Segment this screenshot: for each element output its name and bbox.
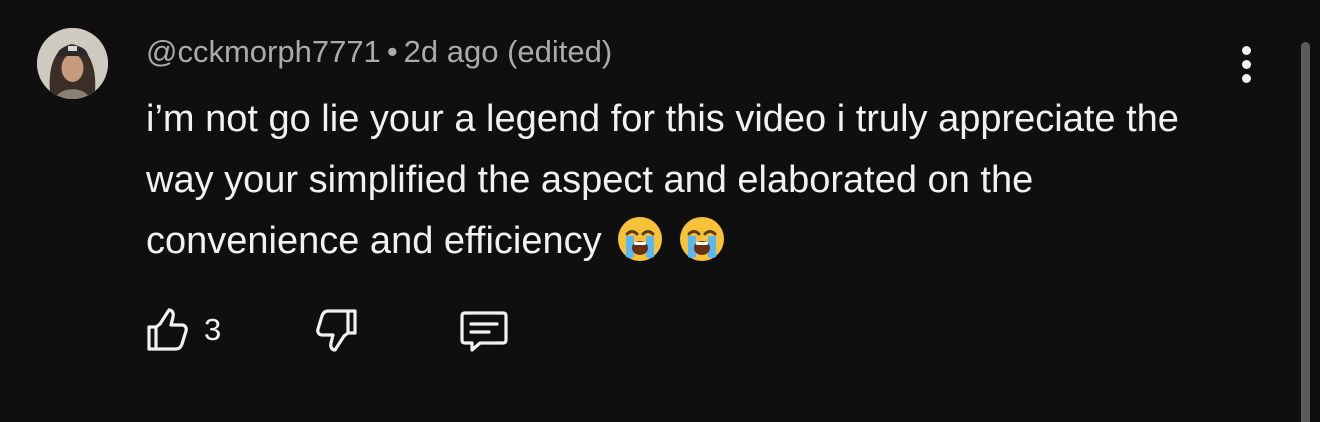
loudly-crying-face-emoji xyxy=(616,215,664,263)
reply-comment-icon xyxy=(460,311,508,352)
like-button[interactable]: 3 xyxy=(140,304,240,356)
scrollbar[interactable] xyxy=(1301,42,1310,422)
more-vertical-icon xyxy=(1242,46,1251,55)
comment-body: i’m not go lie your a legend for this vi… xyxy=(146,89,1206,272)
comment-meta: @cckmorph7771 • 2d ago (edited) xyxy=(146,32,612,72)
comment-thread: @cckmorph7771 • 2d ago (edited) i’m not go… xyxy=(0,0,1320,422)
avatar[interactable] xyxy=(37,28,108,99)
loudly-crying-face-emoji xyxy=(678,215,726,263)
thumbs-up-icon xyxy=(147,308,188,351)
like-count: 3 xyxy=(204,312,222,347)
dislike-button[interactable] xyxy=(308,304,368,356)
more-options-button[interactable] xyxy=(1230,42,1266,86)
timestamp[interactable]: 2d ago (edited) xyxy=(404,34,613,69)
meta-separator: • xyxy=(386,34,398,69)
reply-button[interactable] xyxy=(456,304,516,356)
thumbs-down-icon xyxy=(316,309,357,352)
username[interactable]: @cckmorph7771 xyxy=(146,34,381,69)
